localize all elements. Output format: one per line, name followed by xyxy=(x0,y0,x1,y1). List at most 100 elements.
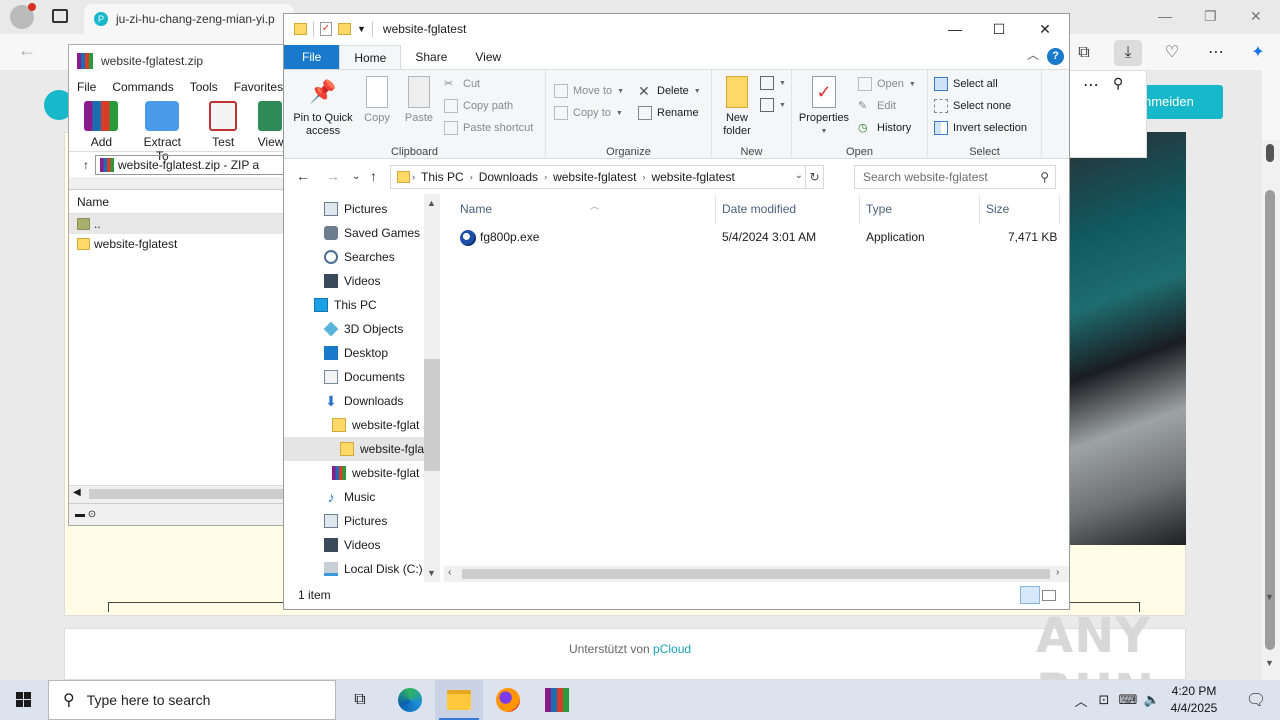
taskbar-clock[interactable]: 4:20 PM 4/4/2025 xyxy=(1160,683,1228,717)
breadcrumb-downloads[interactable]: Downloads xyxy=(475,170,542,184)
select-none-button[interactable]: Select none xyxy=(934,99,1011,113)
delete-button[interactable]: ✕ Delete ▼ xyxy=(638,84,701,98)
navigation-pane-scroll-thumb[interactable] xyxy=(424,359,440,471)
copy-button[interactable]: Copy xyxy=(360,76,394,125)
up-one-level-icon[interactable]: ↑ xyxy=(83,158,89,172)
tree-item[interactable]: Videos xyxy=(284,533,439,557)
tree-item[interactable]: website-fglat xyxy=(284,413,439,437)
winrar-scroll-thumb[interactable] xyxy=(89,489,285,499)
move-to-button[interactable]: Move to ▼ xyxy=(554,84,624,98)
address-dropdown-icon[interactable]: ⌄ xyxy=(795,170,803,181)
test-button[interactable]: Test xyxy=(197,101,250,151)
large-icons-view-icon[interactable] xyxy=(1042,590,1056,601)
start-button[interactable] xyxy=(0,680,48,720)
select-all-button[interactable]: Select all xyxy=(934,77,998,91)
edit-button[interactable]: ✎ Edit xyxy=(858,99,896,113)
meet-now-icon[interactable]: ⊡ xyxy=(1092,692,1116,708)
new-folder-icon[interactable] xyxy=(338,23,351,35)
file-list-scroll-thumb[interactable] xyxy=(462,569,1050,579)
split-screen-icon[interactable]: ⧉ xyxy=(1070,40,1098,66)
list-item[interactable]: website-fglatest xyxy=(69,234,287,254)
browser-minimize-button[interactable]: — xyxy=(1158,8,1172,24)
forward-button[interactable]: → xyxy=(326,168,340,184)
address-bar[interactable]: › This PC › Downloads › website-fglatest… xyxy=(390,165,824,189)
properties-check-icon[interactable]: ✓ xyxy=(320,22,332,36)
properties-button[interactable]: ✓ Properties ▼ xyxy=(798,76,850,138)
navigation-pane-scrollbar[interactable]: ▲ ▼ xyxy=(424,194,440,582)
search-input[interactable]: Search website-fglatest ⚲ xyxy=(854,165,1056,189)
scroll-down-arrow-icon[interactable]: ▼ xyxy=(1265,592,1274,602)
scroll-left-icon[interactable]: ◀ xyxy=(73,487,81,498)
breadcrumb-website-fglatest[interactable]: website-fglatest xyxy=(549,170,640,184)
tab-view[interactable]: View xyxy=(461,45,515,69)
up-button[interactable]: ↑ xyxy=(370,168,377,184)
file-explorer-taskbar-button[interactable] xyxy=(435,680,483,720)
breadcrumb-separator-icon[interactable]: › xyxy=(542,172,549,182)
breadcrumb-website-fglatest-current[interactable]: website-fglatest xyxy=(647,170,738,184)
winrar-horizontal-scrollbar[interactable]: ◀ xyxy=(69,485,287,501)
new-folder-button[interactable]: New folder xyxy=(716,76,758,138)
file-list-horizontal-scrollbar[interactable]: ‹ › xyxy=(444,566,1069,582)
view-button[interactable]: View xyxy=(257,101,287,151)
downloads-icon[interactable]: ⤓ xyxy=(1114,40,1142,66)
menu-tools[interactable]: Tools xyxy=(190,80,218,94)
copy-path-button[interactable]: Copy path xyxy=(444,99,513,113)
tab-share[interactable]: Share xyxy=(401,45,461,69)
page-scroll-thumb[interactable] xyxy=(1265,190,1275,650)
pin-to-quick-access-button[interactable]: 📌 Pin to Quick access xyxy=(290,76,356,138)
collapse-ribbon-icon[interactable]: ︿ xyxy=(1027,46,1039,63)
browser-close-button[interactable]: ✕ xyxy=(1250,8,1262,25)
tree-item[interactable]: website-fgla xyxy=(284,437,439,461)
firefox-taskbar-button[interactable] xyxy=(484,680,532,720)
page-scrollbar[interactable]: ▼ ▼ xyxy=(1262,140,1280,680)
tab-home[interactable]: Home xyxy=(339,45,402,69)
menu-commands[interactable]: Commands xyxy=(112,80,173,94)
column-name-header[interactable]: Name xyxy=(69,190,287,214)
tab-actions-icon[interactable] xyxy=(52,9,68,23)
copilot-icon[interactable]: ✦ xyxy=(1244,40,1272,66)
new-item-button[interactable]: ▼ xyxy=(760,76,786,90)
menu-favorites[interactable]: Favorites xyxy=(234,80,283,94)
more-downloads-icon[interactable]: ⋯ xyxy=(1083,75,1099,95)
winrar-taskbar-button[interactable] xyxy=(533,680,581,720)
edge-taskbar-button[interactable] xyxy=(386,680,434,720)
archive-path-field[interactable]: website-fglatest.zip - ZIP a xyxy=(95,154,287,175)
column-header-date[interactable]: Date modified xyxy=(716,194,860,224)
scroll-left-icon[interactable]: ‹ xyxy=(448,567,451,578)
close-button[interactable]: ✕ xyxy=(1022,14,1068,44)
recent-locations-icon[interactable]: ⌄ xyxy=(352,171,360,182)
browser-back-button[interactable]: ← xyxy=(18,40,36,61)
task-view-button[interactable]: ⧉ xyxy=(336,680,384,720)
profile-avatar[interactable] xyxy=(10,3,36,29)
tree-item[interactable]: Pictures xyxy=(284,197,439,221)
list-item[interactable]: .. xyxy=(69,214,287,234)
back-button[interactable]: ← xyxy=(296,168,310,184)
network-icon[interactable]: ⌨ xyxy=(1116,692,1140,708)
customize-dropdown-icon[interactable]: ▼ xyxy=(357,24,366,34)
tree-item[interactable]: Pictures xyxy=(284,509,439,533)
add-button[interactable]: Add xyxy=(75,101,128,151)
taskbar-search-box[interactable]: ⚲ Type here to search xyxy=(48,680,336,720)
tree-item[interactable]: This PC xyxy=(284,293,439,317)
open-button[interactable]: Open ▼ xyxy=(858,77,916,91)
breadcrumb-separator-icon[interactable]: › xyxy=(468,172,475,182)
more-options-icon[interactable]: ⋯ xyxy=(1202,40,1230,66)
tree-item[interactable]: website-fglat xyxy=(284,461,439,485)
cut-button[interactable]: ✂ Cut xyxy=(444,77,480,91)
help-icon[interactable]: ? xyxy=(1047,48,1064,65)
scroll-down-end-icon[interactable]: ▼ xyxy=(1265,658,1274,668)
tree-item[interactable]: Videos xyxy=(284,269,439,293)
notifications-button[interactable]: 🗨 xyxy=(1232,680,1280,720)
maximize-button[interactable]: ☐ xyxy=(976,14,1022,44)
pin-icon[interactable]: ⚲ xyxy=(1113,75,1123,92)
minimize-button[interactable]: — xyxy=(932,14,978,44)
invert-selection-button[interactable]: Invert selection xyxy=(934,121,1027,135)
tree-item[interactable]: Desktop xyxy=(284,341,439,365)
browser-tab[interactable]: P ju-zi-hu-chang-zeng-mian-yi.p xyxy=(84,4,294,34)
tree-item[interactable]: Saved Games xyxy=(284,221,439,245)
refresh-icon[interactable]: ↻ xyxy=(805,166,823,188)
copy-to-button[interactable]: Copy to ▼ xyxy=(554,106,623,120)
column-header-name[interactable]: Name ︿ xyxy=(454,194,716,224)
menu-file[interactable]: File xyxy=(77,80,96,94)
breadcrumb-this-pc[interactable]: This PC xyxy=(417,170,468,184)
